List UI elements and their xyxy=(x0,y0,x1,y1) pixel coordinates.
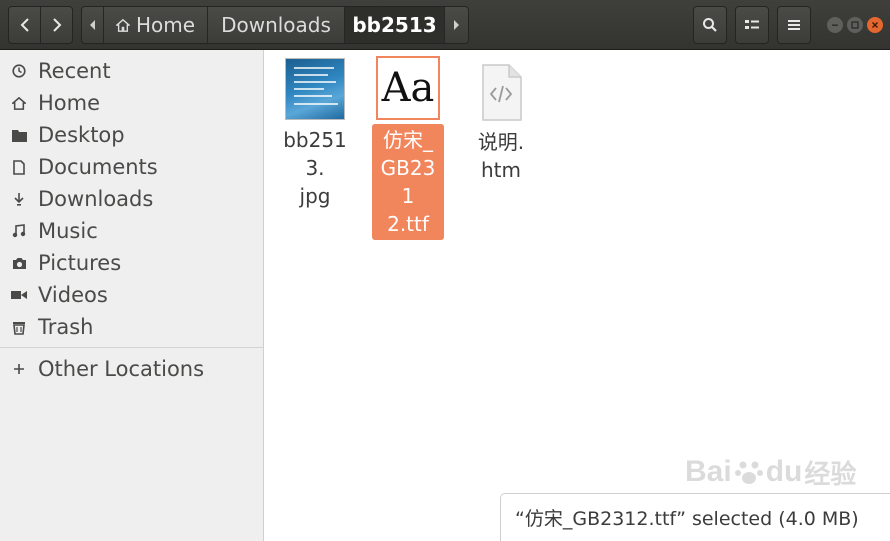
maximize-button[interactable] xyxy=(847,17,863,33)
sidebar-item-trash[interactable]: Trash xyxy=(0,311,263,343)
path-home-button[interactable]: Home xyxy=(104,7,208,43)
minimize-button[interactable] xyxy=(827,17,843,33)
sidebar-item-home[interactable]: Home xyxy=(0,87,263,119)
sidebar-item-label: Recent xyxy=(38,59,111,83)
file-item-htm[interactable]: 说明. htm xyxy=(457,62,545,186)
paw-icon xyxy=(734,461,763,484)
folder-icon xyxy=(0,129,38,142)
sidebar-item-videos[interactable]: Videos xyxy=(0,279,263,311)
path-scroll-right-button[interactable] xyxy=(445,7,467,43)
clock-icon xyxy=(0,64,38,78)
path-current-button[interactable]: bb2513 xyxy=(345,7,445,43)
file-item-ttf[interactable]: Aa 仿宋_ GB231 2.ttf xyxy=(364,56,452,240)
sidebar-item-recent[interactable]: Recent xyxy=(0,55,263,87)
sidebar-item-label: Desktop xyxy=(38,123,125,147)
sidebar-item-label: Pictures xyxy=(38,251,122,275)
maximize-icon xyxy=(851,21,859,29)
sidebar-item-label: Home xyxy=(38,91,101,115)
path-scroll-left-button[interactable] xyxy=(82,7,104,43)
menu-button[interactable] xyxy=(777,6,811,44)
home-icon xyxy=(116,18,130,32)
sidebar-item-label: Downloads xyxy=(38,187,154,211)
chevron-right-icon xyxy=(454,20,459,30)
sidebar-item-music[interactable]: Music xyxy=(0,215,263,247)
list-view-icon xyxy=(745,20,759,29)
back-button[interactable] xyxy=(8,6,41,44)
plus-icon xyxy=(0,363,38,375)
back-icon xyxy=(20,18,29,32)
header-bar: Home Downloads bb2513 xyxy=(0,0,890,50)
download-icon xyxy=(0,192,38,206)
chevron-left-icon xyxy=(89,20,95,30)
sidebar-item-downloads[interactable]: Downloads xyxy=(0,183,263,215)
path-downloads-button[interactable]: Downloads xyxy=(208,7,345,43)
sidebar-divider xyxy=(0,347,263,348)
path-bar: Home Downloads bb2513 xyxy=(81,6,469,44)
close-icon xyxy=(872,22,878,28)
html-file-icon xyxy=(482,64,522,121)
minimize-icon xyxy=(832,24,838,26)
document-icon xyxy=(0,159,38,175)
status-text: “仿宋_GB2312.ttf” selected (4.0 MB) xyxy=(515,508,859,530)
selection-status: “仿宋_GB2312.ttf” selected (4.0 MB) xyxy=(500,493,890,541)
baidu-watermark: Bai du 经验 xyxy=(685,455,857,489)
sidebar-item-label: Music xyxy=(38,219,98,243)
sidebar-item-pictures[interactable]: Pictures xyxy=(0,247,263,279)
font-thumbnail: Aa xyxy=(376,56,440,120)
video-icon xyxy=(0,289,38,301)
forward-icon xyxy=(52,18,61,32)
sidebar-item-label: Videos xyxy=(38,283,108,307)
forward-button[interactable] xyxy=(40,6,73,44)
sidebar-item-documents[interactable]: Documents xyxy=(0,151,263,183)
close-button[interactable] xyxy=(867,17,883,33)
home-icon xyxy=(0,96,38,110)
view-mode-button[interactable] xyxy=(735,6,769,44)
sidebar-item-label: Trash xyxy=(38,315,94,339)
file-name: 说明. htm xyxy=(477,130,525,182)
path-home-label: Home xyxy=(135,13,195,37)
file-name: 仿宋_ GB231 2.ttf xyxy=(372,124,444,240)
path-downloads-label: Downloads xyxy=(221,13,331,37)
sidebar-item-label: Other Locations xyxy=(38,357,205,381)
search-button[interactable] xyxy=(693,6,727,44)
music-icon xyxy=(0,224,38,238)
sidebar: Recent Home Desktop Documents Downloads … xyxy=(0,50,264,541)
camera-icon xyxy=(0,257,38,270)
search-icon xyxy=(703,18,717,32)
sidebar-item-label: Documents xyxy=(38,155,158,179)
trash-icon xyxy=(0,320,38,335)
sidebar-item-desktop[interactable]: Desktop xyxy=(0,119,263,151)
image-thumbnail xyxy=(285,58,345,120)
path-current-label: bb2513 xyxy=(352,13,437,37)
sidebar-item-other-locations[interactable]: Other Locations xyxy=(0,353,263,385)
file-item-jpg[interactable]: bb2513. jpg xyxy=(271,58,359,212)
menu-icon xyxy=(788,20,800,30)
file-name: bb2513. jpg xyxy=(283,128,347,208)
